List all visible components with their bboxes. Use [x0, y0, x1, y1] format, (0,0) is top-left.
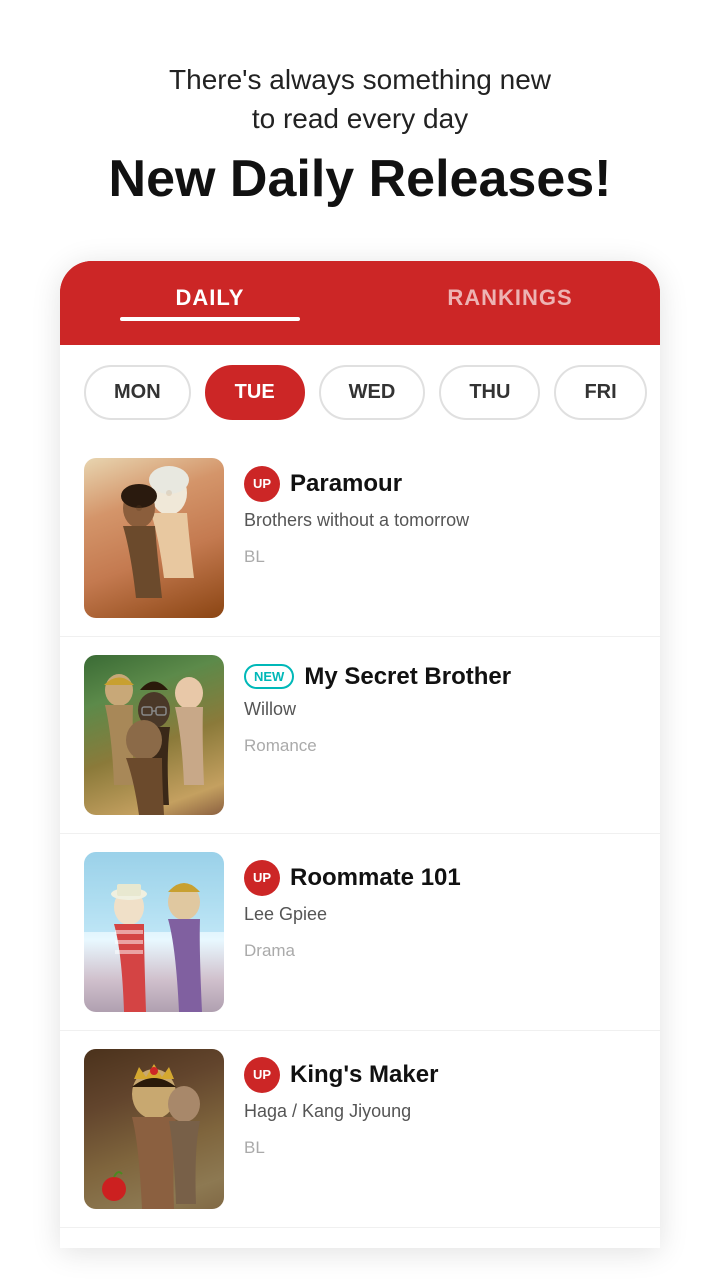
- tab-rankings[interactable]: RANKINGS: [360, 261, 660, 345]
- up-badge: UP: [244, 466, 280, 502]
- list-item[interactable]: UP King's Maker Haga / Kang Jiyoung BL: [60, 1031, 660, 1228]
- comic-thumbnail: [84, 655, 224, 815]
- comic-info: UP Paramour Brothers without a tomorrow …: [244, 458, 636, 567]
- comic-author: Haga / Kang Jiyoung: [244, 1101, 636, 1122]
- comic-author: Brothers without a tomorrow: [244, 510, 636, 531]
- comic-genre: BL: [244, 1138, 636, 1158]
- day-fri[interactable]: FRI: [554, 365, 646, 420]
- day-wed[interactable]: WED: [319, 365, 426, 420]
- comic-title: Paramour: [290, 470, 402, 498]
- comic-genre: Drama: [244, 941, 636, 961]
- comic-thumbnail: [84, 1049, 224, 1209]
- card-container: DAILY RANKINGS MON TUE WED THU FRI: [60, 261, 660, 1248]
- tab-daily[interactable]: DAILY: [60, 261, 360, 345]
- comic-title: My Secret Brother: [304, 663, 511, 691]
- header-subtitle: There's always something newto read ever…: [40, 60, 680, 138]
- day-tue[interactable]: TUE: [205, 365, 305, 420]
- days-row: MON TUE WED THU FRI: [60, 345, 660, 440]
- comic-thumbnail: [84, 852, 224, 1012]
- new-badge: NEW: [244, 664, 294, 689]
- list-item[interactable]: UP Paramour Brothers without a tomorrow …: [60, 440, 660, 637]
- comic-author: Lee Gpiee: [244, 904, 636, 925]
- comic-genre: BL: [244, 547, 636, 567]
- comic-list: UP Paramour Brothers without a tomorrow …: [60, 440, 660, 1248]
- comic-thumbnail: [84, 458, 224, 618]
- comic-info: UP Roommate 101 Lee Gpiee Drama: [244, 852, 636, 961]
- up-badge: UP: [244, 1057, 280, 1093]
- comic-author: Willow: [244, 699, 636, 720]
- tabs-bar: DAILY RANKINGS: [60, 261, 660, 345]
- comic-info: UP King's Maker Haga / Kang Jiyoung BL: [244, 1049, 636, 1158]
- header-section: There's always something newto read ever…: [0, 0, 720, 241]
- comic-title: Roommate 101: [290, 864, 461, 892]
- header-title: New Daily Releases!: [40, 148, 680, 210]
- list-item[interactable]: NEW My Secret Brother Willow Romance: [60, 637, 660, 834]
- comic-info: NEW My Secret Brother Willow Romance: [244, 655, 636, 756]
- day-mon[interactable]: MON: [84, 365, 191, 420]
- comic-title: King's Maker: [290, 1061, 438, 1089]
- up-badge: UP: [244, 860, 280, 896]
- day-thu[interactable]: THU: [439, 365, 540, 420]
- comic-genre: Romance: [244, 736, 636, 756]
- list-item[interactable]: UP Roommate 101 Lee Gpiee Drama: [60, 834, 660, 1031]
